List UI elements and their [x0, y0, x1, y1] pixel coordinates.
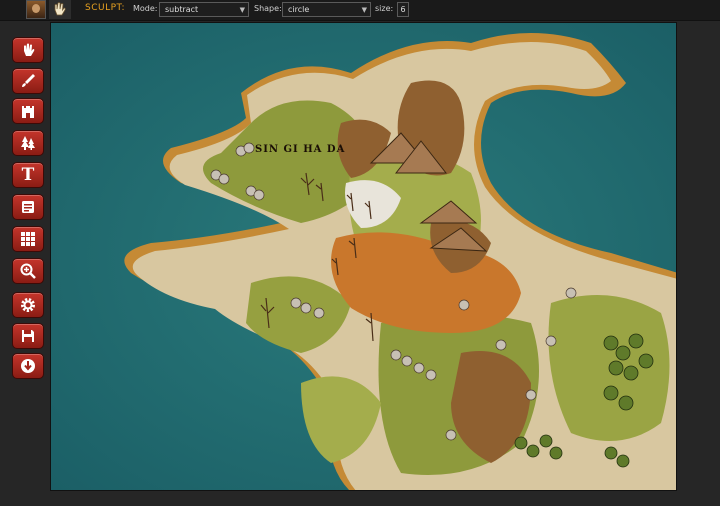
mode-select[interactable]: subtract ▼ [159, 2, 249, 17]
text-icon: T [21, 164, 35, 185]
zoom-tool-button[interactable] [12, 258, 44, 284]
magnifier-icon [20, 263, 36, 279]
notes-icon [22, 201, 34, 213]
map-place-label[interactable]: SIN GI HA DA [255, 144, 345, 155]
save-tool-button[interactable] [12, 323, 44, 349]
notes-tool-button[interactable] [12, 194, 44, 220]
grid-tool-button[interactable] [12, 226, 44, 252]
hand-icon [24, 43, 35, 56]
size-label: size: [375, 4, 394, 13]
chevron-down-icon: ▼ [239, 6, 245, 14]
shape-label: Shape: [254, 4, 282, 13]
building-tool-button[interactable] [12, 98, 44, 124]
mode-select-value: subtract [165, 5, 199, 14]
top-toolbar: SCULPT: Mode: subtract ▼ Shape: circle ▼… [0, 0, 720, 21]
gear-icon [21, 298, 35, 312]
floppy-icon [22, 330, 34, 342]
shape-select[interactable]: circle ▼ [282, 2, 371, 17]
tree-tool-button[interactable] [12, 130, 44, 156]
settings-tool-button[interactable] [12, 292, 44, 318]
paint-tool-button[interactable] [12, 68, 44, 94]
hand-tool-icon[interactable] [49, 0, 71, 19]
mode-label: Mode: [133, 4, 158, 13]
terrain-layer [51, 23, 676, 490]
export-tool-button[interactable] [12, 353, 44, 379]
shape-select-value: circle [288, 5, 310, 14]
castle-icon [22, 106, 34, 118]
active-tool-label: SCULPT: [85, 3, 126, 13]
download-icon [21, 359, 35, 373]
map-canvas[interactable]: SIN GI HA DA [50, 22, 677, 491]
grid-icon [21, 232, 35, 246]
size-input[interactable]: 6 [397, 2, 409, 17]
sculpt-tool-button[interactable] [12, 37, 44, 63]
chevron-down-icon: ▼ [361, 6, 367, 14]
text-tool-button[interactable]: T [12, 162, 44, 188]
user-avatar[interactable] [26, 0, 46, 19]
tree-icon [21, 136, 35, 150]
brush-icon [22, 74, 35, 87]
